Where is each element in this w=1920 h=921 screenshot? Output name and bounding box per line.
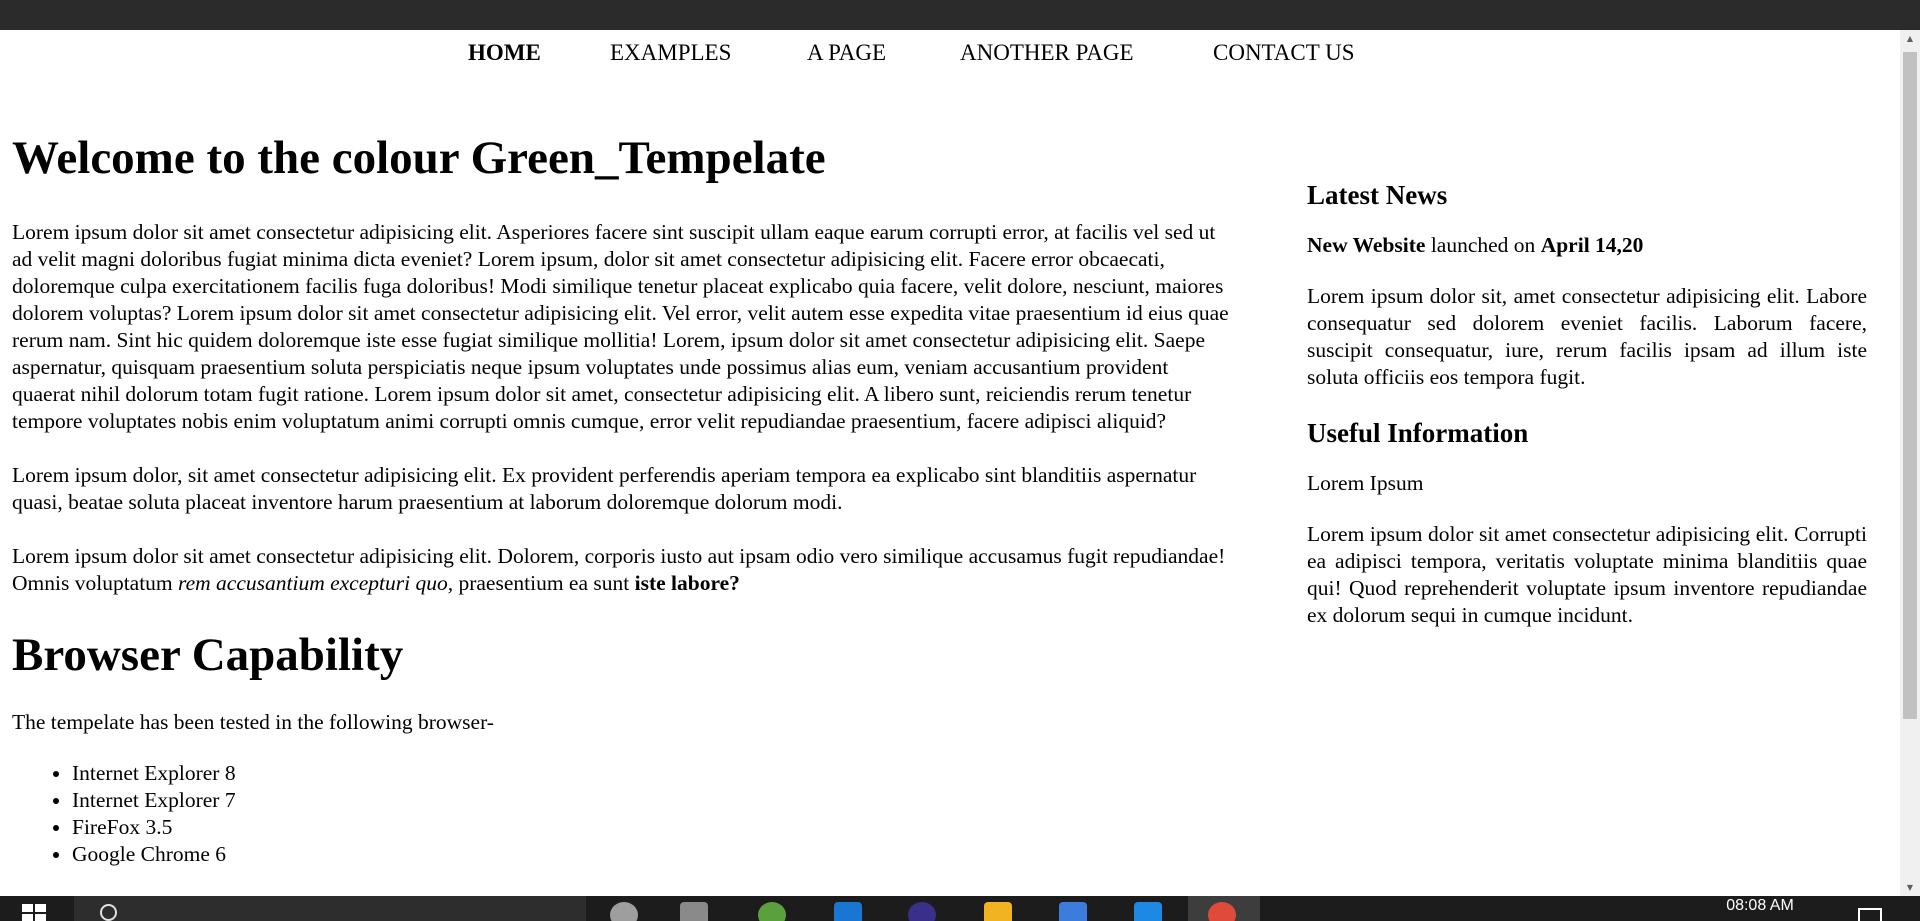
news-text: Lorem ipsum dolor sit, amet consectetur … — [1307, 284, 1867, 389]
news-date: April 14,20 — [1540, 233, 1644, 257]
italic-phrase: rem accusantium excepturi quo, — [178, 571, 454, 595]
second-paragraph: Lorem ipsum dolor, sit amet consectetur … — [12, 463, 1197, 514]
main-content: Welcome to the colour Green_Tempelate Lo… — [12, 128, 1232, 868]
scrollbar-thumb[interactable] — [1903, 52, 1917, 719]
store-icon[interactable] — [1055, 896, 1091, 921]
mail-icon[interactable] — [830, 896, 866, 921]
third-paragraph-middle: praesentium ea sunt — [453, 571, 635, 595]
bold-phrase: iste labore? — [634, 571, 740, 595]
news-headline-bold: New Website — [1307, 233, 1426, 257]
browser-list-item: FireFox 3.5 — [72, 814, 1232, 841]
notification-center-icon[interactable] — [1858, 908, 1882, 921]
third-paragraph: Lorem ipsum dolor sit amet consectetur a… — [12, 543, 1232, 597]
info-subtitle: Lorem Ipsum — [1307, 471, 1424, 495]
intro-paragraph: Lorem ipsum dolor sit amet consectetur a… — [12, 220, 1229, 433]
explorer-pinned-icon[interactable] — [676, 896, 712, 921]
task-view-icon[interactable] — [606, 896, 642, 921]
nav-examples[interactable]: EXAMPLES — [610, 40, 731, 66]
firefox-icon[interactable] — [904, 896, 940, 921]
scroll-up-arrow-icon[interactable]: ▲ — [1900, 30, 1920, 47]
useful-info-heading: Useful Information — [1307, 418, 1529, 448]
windows-taskbar: 08:08 AM — [0, 896, 1920, 921]
search-icon — [100, 904, 117, 921]
browser-list: Internet Explorer 8 Internet Explorer 7 … — [12, 760, 1232, 868]
chrome-icon[interactable] — [1188, 896, 1260, 921]
news-headline-middle: launched on — [1425, 233, 1541, 257]
green-app-icon[interactable] — [754, 896, 790, 921]
scroll-down-arrow-icon[interactable]: ▼ — [1900, 879, 1920, 896]
nav-a-page[interactable]: A PAGE — [807, 40, 886, 66]
browser-list-item: Internet Explorer 8 — [72, 760, 1232, 787]
taskbar-clock[interactable]: 08:08 AM — [1700, 897, 1820, 915]
taskbar-search-box[interactable] — [74, 896, 586, 921]
browser-list-item: Internet Explorer 7 — [72, 787, 1232, 814]
main-nav: HOME EXAMPLES A PAGE ANOTHER PAGE CONTAC… — [0, 40, 1900, 80]
news-headline: New Website launched on April 14,20 — [1307, 232, 1867, 259]
nav-another-page[interactable]: ANOTHER PAGE — [960, 40, 1134, 66]
sidebar: Latest News New Website launched on Apri… — [1307, 178, 1867, 629]
browser-intro: The tempelate has been tested in the fol… — [12, 710, 494, 734]
latest-news-heading: Latest News — [1307, 180, 1448, 210]
browser-top-bar — [0, 0, 1920, 30]
page-title: Welcome to the colour Green_Tempelate — [12, 132, 826, 184]
file-explorer-icon[interactable] — [980, 896, 1016, 921]
info-text: Lorem ipsum dolor sit amet consectetur a… — [1307, 522, 1867, 627]
browser-list-item: Google Chrome 6 — [72, 841, 1232, 868]
windows-start-icon[interactable] — [22, 904, 46, 921]
vertical-scrollbar[interactable]: ▲ ▼ — [1900, 30, 1920, 896]
page-viewport: HOME EXAMPLES A PAGE ANOTHER PAGE CONTAC… — [0, 30, 1900, 896]
nav-home[interactable]: HOME — [468, 40, 541, 66]
nav-contact-us[interactable]: CONTACT US — [1213, 40, 1355, 66]
browser-capability-heading: Browser Capability — [12, 629, 404, 681]
vscode-icon[interactable] — [1130, 896, 1166, 921]
